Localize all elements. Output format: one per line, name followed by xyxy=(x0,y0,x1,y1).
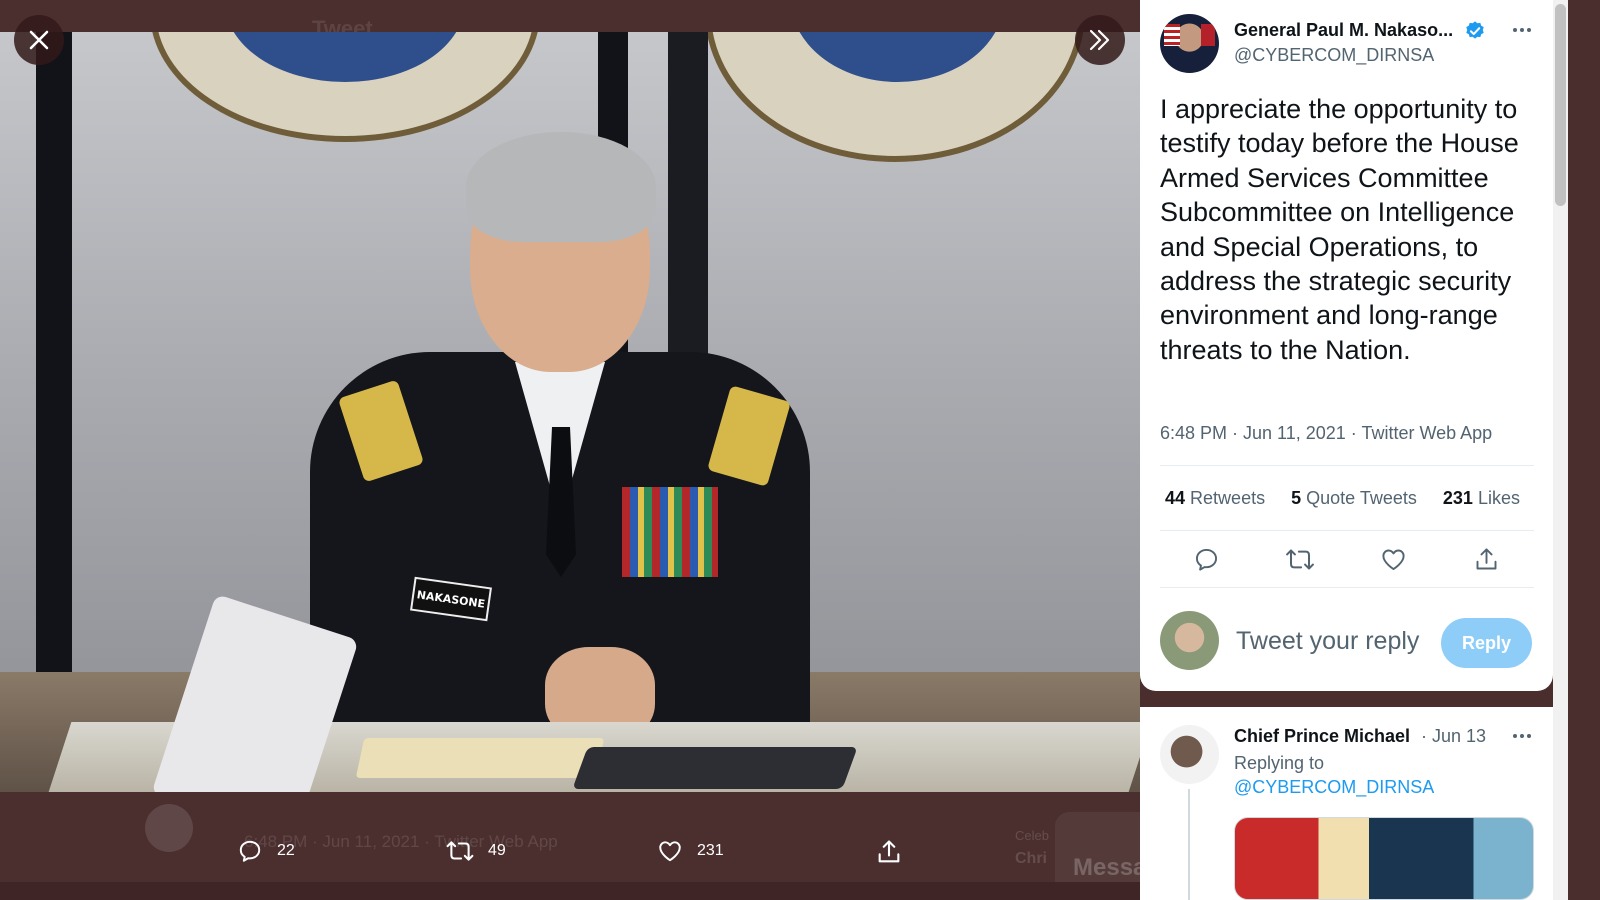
avatar-flag-2 xyxy=(1201,24,1215,46)
media-reply-count: 22 xyxy=(277,842,295,859)
scrollbar[interactable] xyxy=(1553,0,1568,900)
current-user-avatar[interactable] xyxy=(1160,611,1219,670)
reply-icon xyxy=(239,840,261,862)
reply-author-name[interactable]: Chief Prince Michael xyxy=(1234,726,1410,747)
replying-to-mention[interactable]: @CYBERCOM_DIRNSA xyxy=(1234,777,1434,798)
avatar-flag xyxy=(1164,24,1180,46)
background-messages-label: Messa xyxy=(1073,854,1140,881)
reply-icon[interactable] xyxy=(1193,546,1220,573)
reply-button[interactable]: Reply xyxy=(1441,618,1532,668)
author-avatar[interactable] xyxy=(1160,14,1219,73)
close-button[interactable] xyxy=(14,15,64,65)
more-icon[interactable] xyxy=(1510,18,1534,42)
likes-label: Likes xyxy=(1477,488,1520,508)
like-icon xyxy=(659,841,681,862)
background-sidebar-name: Chri xyxy=(1015,850,1047,867)
media-viewer: Tweet NAKASONE 6:48 PM · Jun 11, 2021 · … xyxy=(0,0,1140,882)
divider xyxy=(1160,587,1534,588)
tweet-detail-panel: General Paul M. Nakaso... @CYBERCOM_DIRN… xyxy=(1140,0,1568,900)
tweet-text: I appreciate the opportunity to testify … xyxy=(1160,94,1519,365)
thread-line xyxy=(1188,789,1190,900)
expand-icon xyxy=(1089,29,1110,51)
divider xyxy=(1160,530,1534,531)
share-icon[interactable] xyxy=(1473,546,1500,573)
background-messages-drawer: Messa xyxy=(1055,812,1140,882)
media-share-button[interactable] xyxy=(875,838,903,866)
tweet-timestamp[interactable]: 6:48 PM · Jun 11, 2021 · Twitter Web App xyxy=(1160,423,1492,444)
media-like-count: 231 xyxy=(697,842,724,859)
quote-tweets-stat[interactable]: 5 Quote Tweets xyxy=(1291,488,1417,509)
person-hair xyxy=(466,132,656,242)
reply-image[interactable] xyxy=(1234,817,1534,900)
keyboard xyxy=(572,747,858,789)
likes-count: 231 xyxy=(1442,488,1473,508)
medal-ribbons xyxy=(622,487,718,577)
likes-stat[interactable]: 231 Likes xyxy=(1443,488,1520,509)
divider xyxy=(1160,465,1534,466)
reply-input[interactable]: Tweet your reply xyxy=(1236,627,1419,656)
reply-tweet[interactable]: Chief Prince Michael · Jun 13 Replying t… xyxy=(1140,707,1553,900)
notebook xyxy=(355,738,605,778)
scrollbar-thumb[interactable] xyxy=(1555,4,1566,206)
author-handle[interactable]: @CYBERCOM_DIRNSA xyxy=(1234,45,1434,66)
more-icon[interactable] xyxy=(1510,724,1534,748)
retweets-count: 44 xyxy=(1165,488,1186,508)
background-avatar xyxy=(145,804,193,852)
retweet-icon[interactable] xyxy=(1285,546,1315,573)
author-name[interactable]: General Paul M. Nakaso... xyxy=(1234,20,1453,41)
background-header: Tweet xyxy=(0,0,1140,41)
retweet-icon xyxy=(446,841,474,861)
quote-tweets-label: Quote Tweets xyxy=(1306,488,1417,508)
replying-to-label: Replying to xyxy=(1234,753,1325,773)
tweet-card: General Paul M. Nakaso... @CYBERCOM_DIRN… xyxy=(1140,0,1553,691)
tweet-photo[interactable]: NAKASONE xyxy=(0,32,1140,792)
quote-tweets-count: 5 xyxy=(1291,488,1302,508)
media-reply-button[interactable]: 22 xyxy=(237,838,295,864)
verified-icon xyxy=(1466,21,1484,39)
media-retweet-button[interactable]: 49 xyxy=(446,838,506,864)
share-icon xyxy=(878,840,900,863)
bottom-strip xyxy=(0,882,1140,900)
media-like-button[interactable]: 231 xyxy=(657,838,724,864)
reply-date[interactable]: · Jun 13 xyxy=(1421,726,1486,747)
expand-panel-button[interactable] xyxy=(1075,15,1125,65)
retweets-label: Retweets xyxy=(1190,488,1266,508)
media-retweet-count: 49 xyxy=(488,842,506,859)
close-icon xyxy=(29,30,49,50)
background-sidebar-label: Celeb xyxy=(1015,828,1049,843)
background-footer: 6:48 PM · Jun 11, 2021 · Twitter Web App… xyxy=(0,792,1140,882)
like-icon[interactable] xyxy=(1380,546,1407,573)
tweet-stats: 44 Retweets 5 Quote Tweets 231 Likes xyxy=(1165,488,1541,509)
reply-author-avatar[interactable] xyxy=(1160,725,1219,784)
retweets-stat[interactable]: 44 Retweets xyxy=(1165,488,1265,509)
